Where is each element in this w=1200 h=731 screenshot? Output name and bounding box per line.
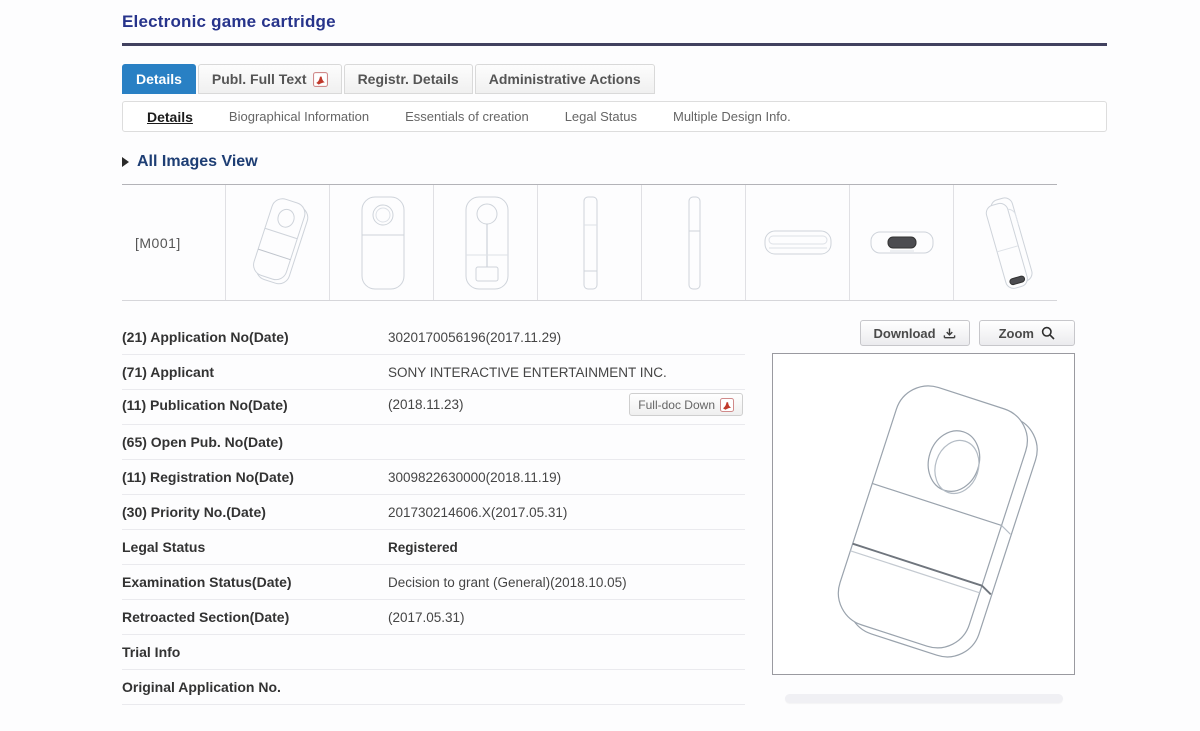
thumbnail-left-side-view[interactable] xyxy=(537,185,641,300)
row-label: Trial Info xyxy=(122,644,388,660)
main-tab-bar: Details Publ. Full Text Registr. Details… xyxy=(122,64,1107,94)
subtab-legal-status[interactable]: Legal Status xyxy=(565,109,637,124)
row-label: (71) Applicant xyxy=(122,364,388,380)
tab-details[interactable]: Details xyxy=(122,64,196,94)
sub-tab-bar: Details Biographical Information Essenti… xyxy=(122,101,1107,132)
patent-details-page: Electronic game cartridge Details Publ. … xyxy=(0,0,1200,731)
row-value: Decision to grant (General)(2018.10.05) xyxy=(388,575,627,590)
thumbnail-bottom-view-connector[interactable] xyxy=(849,185,953,300)
row-label: Retroacted Section(Date) xyxy=(122,609,388,625)
image-viewer-panel: Download Zoom xyxy=(772,320,1075,703)
zoom-button[interactable]: Zoom xyxy=(979,320,1075,346)
page-title: Electronic game cartridge xyxy=(122,12,1107,46)
main-design-image[interactable] xyxy=(772,353,1075,675)
triangle-bullet-icon xyxy=(122,157,129,167)
table-row-legal-status: Legal Status Registered xyxy=(122,530,745,565)
perspective-view-drawing xyxy=(239,191,317,295)
row-value: 3020170056196(2017.11.29) xyxy=(388,330,561,345)
table-row-open-pub-no: (65) Open Pub. No(Date) xyxy=(122,425,745,460)
full-doc-download-label: Full-doc Down xyxy=(638,398,715,412)
row-label: (21) Application No(Date) xyxy=(122,329,388,345)
left-side-view-drawing xyxy=(551,191,629,295)
download-button-label: Download xyxy=(874,326,936,341)
tab-administrative-actions[interactable]: Administrative Actions xyxy=(475,64,655,94)
thumbnail-perspective-view[interactable] xyxy=(225,185,329,300)
top-view-drawing xyxy=(756,191,840,295)
row-label: Legal Status xyxy=(122,539,388,555)
design-group-label: [M001] xyxy=(122,185,225,300)
cartridge-perspective-drawing xyxy=(789,364,1059,664)
subtab-biographical-information[interactable]: Biographical Information xyxy=(229,109,369,124)
bottom-perspective-view-drawing xyxy=(967,191,1045,295)
thumbnail-front-view[interactable] xyxy=(329,185,433,300)
row-label: (11) Publication No(Date) xyxy=(122,397,388,413)
table-row-application-no: (21) Application No(Date) 3020170056196(… xyxy=(122,320,745,355)
row-value: 3009822630000(2018.11.19) xyxy=(388,470,561,485)
table-row-original-application-no: Original Application No. xyxy=(122,670,745,705)
pdf-icon xyxy=(720,398,734,412)
tab-publ-full-text[interactable]: Publ. Full Text xyxy=(198,64,342,94)
tab-registr-details[interactable]: Registr. Details xyxy=(344,64,473,94)
front-view-drawing xyxy=(343,191,421,295)
back-view-drawing xyxy=(447,191,525,295)
thumbnail-strip: [M001] xyxy=(122,184,1057,301)
table-row-registration-no: (11) Registration No(Date) 3009822630000… xyxy=(122,460,745,495)
zoom-button-label: Zoom xyxy=(999,326,1034,341)
thumbnail-top-view[interactable] xyxy=(745,185,849,300)
row-label: (30) Priority No.(Date) xyxy=(122,504,388,520)
table-row-examination-status: Examination Status(Date) Decision to gra… xyxy=(122,565,745,600)
row-value: (2017.05.31) xyxy=(388,610,465,625)
download-button[interactable]: Download xyxy=(860,320,970,346)
table-row-retroacted-section: Retroacted Section(Date) (2017.05.31) xyxy=(122,600,745,635)
full-doc-download-button[interactable]: Full-doc Down xyxy=(629,393,743,416)
details-and-viewer-row: (21) Application No(Date) 3020170056196(… xyxy=(122,320,1107,705)
tab-details-label: Details xyxy=(136,65,182,93)
row-value: SONY INTERACTIVE ENTERTAINMENT INC. xyxy=(388,365,667,380)
tab-publ-full-text-label: Publ. Full Text xyxy=(212,65,307,93)
collapsed-panel-bar[interactable] xyxy=(785,694,1063,703)
download-icon xyxy=(943,327,956,340)
row-label: Original Application No. xyxy=(122,679,388,695)
subtab-details[interactable]: Details xyxy=(147,109,193,125)
row-value: 201730214606.X(2017.05.31) xyxy=(388,505,567,520)
bibliographic-table: (21) Application No(Date) 3020170056196(… xyxy=(122,320,745,705)
subtab-multiple-design-info[interactable]: Multiple Design Info. xyxy=(673,109,791,124)
thumbnail-back-view[interactable] xyxy=(433,185,537,300)
table-row-applicant: (71) Applicant SONY INTERACTIVE ENTERTAI… xyxy=(122,355,745,390)
bottom-view-drawing xyxy=(860,191,944,295)
magnifier-icon xyxy=(1041,326,1055,340)
row-label: Examination Status(Date) xyxy=(122,574,388,590)
subtab-essentials-of-creation[interactable]: Essentials of creation xyxy=(405,109,529,124)
viewer-buttons: Download Zoom xyxy=(772,320,1075,346)
row-label: (11) Registration No(Date) xyxy=(122,469,388,485)
tab-registr-details-label: Registr. Details xyxy=(358,65,459,93)
tab-administrative-actions-label: Administrative Actions xyxy=(489,65,641,93)
pdf-icon xyxy=(313,72,328,87)
all-images-view-label: All Images View xyxy=(137,153,258,171)
content-column: Electronic game cartridge Details Publ. … xyxy=(122,12,1107,705)
row-value: (2018.11.23) xyxy=(388,397,464,412)
table-row-trial-info: Trial Info xyxy=(122,635,745,670)
table-row-publication-no: (11) Publication No(Date) (2018.11.23) F… xyxy=(122,390,745,425)
thumbnail-bottom-perspective-view[interactable] xyxy=(953,185,1057,300)
table-row-priority-no: (30) Priority No.(Date) 201730214606.X(2… xyxy=(122,495,745,530)
thumbnail-right-side-view[interactable] xyxy=(641,185,745,300)
all-images-view-heading: All Images View xyxy=(122,153,1107,171)
right-side-view-drawing xyxy=(655,191,733,295)
row-value: Registered xyxy=(388,540,458,555)
row-label: (65) Open Pub. No(Date) xyxy=(122,434,388,450)
